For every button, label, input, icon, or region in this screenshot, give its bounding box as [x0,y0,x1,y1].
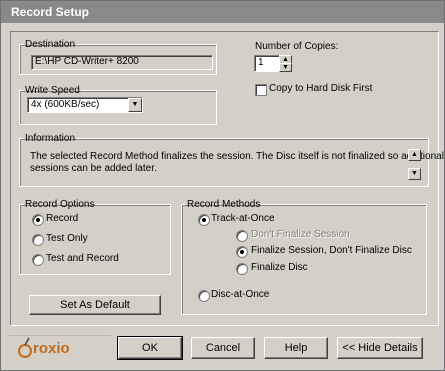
copies-input[interactable]: 1 [254,55,280,72]
information-label: Information [25,133,76,144]
disc-at-once-label[interactable]: Disc-at-Once [211,289,269,300]
cancel-button[interactable]: Cancel [191,337,255,359]
hide-details-button[interactable]: << Hide Details [337,337,423,359]
dont-finalize-radio[interactable] [236,230,248,242]
destination-value: E:\HP CD-Writer+ 8200 [35,56,139,67]
record-radio-label[interactable]: Record [46,213,78,224]
chevron-down-icon[interactable]: ▼ [128,98,142,112]
test-only-radio[interactable] [32,234,44,246]
record-options-label: Record Options [25,199,95,210]
help-button[interactable]: Help [264,337,328,359]
test-and-record-radio[interactable] [32,254,44,266]
copy-to-disk-checkbox[interactable] [255,84,267,96]
destination-label: Destination [25,39,76,50]
copies-down-button[interactable]: ▼ [279,63,292,72]
track-at-once-radio[interactable] [198,214,210,226]
information-text-line1: The selected Record Method finalizes the… [30,151,444,162]
copy-to-disk-label[interactable]: Copy to Hard Disk First [269,83,372,94]
finalize-disc-label[interactable]: Finalize Disc [251,262,308,273]
title-bar[interactable]: Record Setup [1,1,444,23]
roxio-logo-icon [18,337,32,358]
track-at-once-label[interactable]: Track-at-Once [211,213,275,224]
write-speed-label: Write Speed [25,85,80,96]
finalize-session-radio[interactable] [236,246,248,258]
info-scroll-down-button[interactable]: ▼ [408,168,421,180]
copies-value: 1 [258,57,264,68]
record-setup-dialog: Record Setup Destination E:\HP CD-Writer… [0,0,445,371]
write-speed-value: 4x (600KB/sec) [31,99,100,110]
record-methods-label: Record Methods [187,199,261,210]
window-title: Record Setup [11,5,90,19]
disc-at-once-radio[interactable] [198,290,210,302]
ok-button[interactable]: OK [117,336,183,360]
finalize-disc-radio[interactable] [236,263,248,275]
dont-finalize-label[interactable]: Don't Finalize Session [251,229,350,240]
set-as-default-button[interactable]: Set As Default [29,295,161,315]
logo-divider [9,335,111,336]
finalize-session-label[interactable]: Finalize Session, Don't Finalize Disc [251,245,412,256]
copies-label: Number of Copies: [255,41,339,52]
test-and-record-radio-label[interactable]: Test and Record [46,253,119,264]
test-only-radio-label[interactable]: Test Only [46,233,88,244]
record-radio[interactable] [32,214,44,226]
write-speed-select[interactable]: 4x (600KB/sec) ▼ [27,97,143,113]
destination-field: E:\HP CD-Writer+ 8200 [31,55,213,70]
information-text-line2: sessions can be added later. [30,163,157,174]
roxio-logo-text: roxio [33,340,70,357]
info-scroll-up-button[interactable]: ▲ [408,149,421,161]
